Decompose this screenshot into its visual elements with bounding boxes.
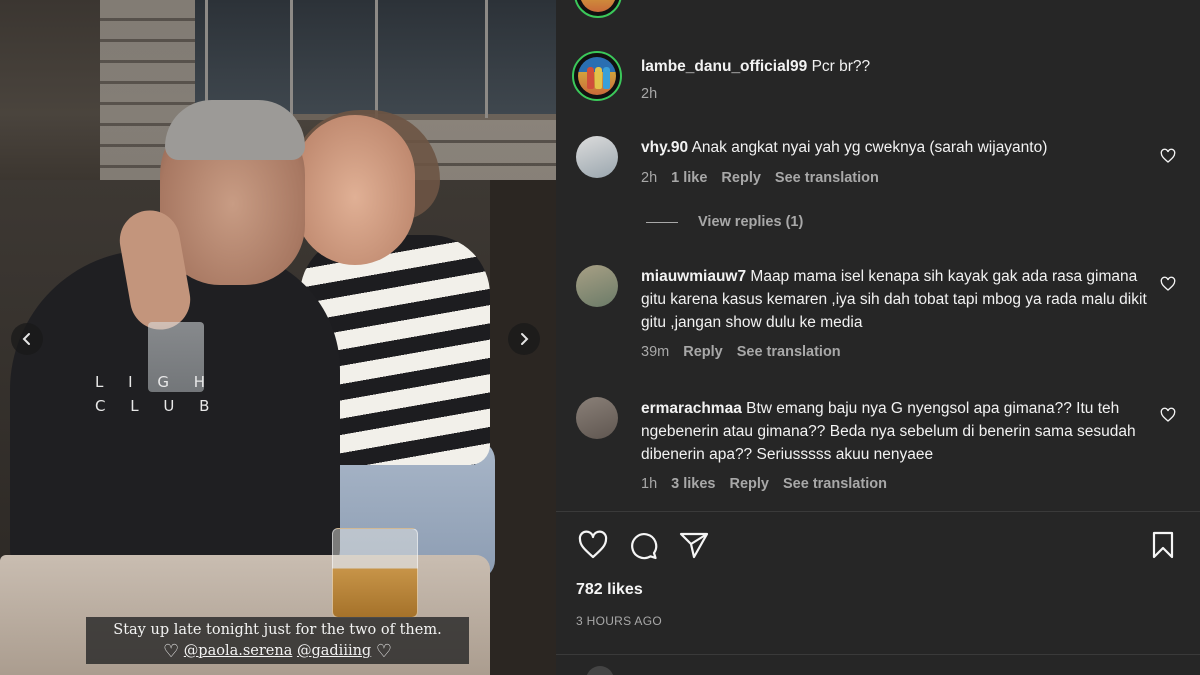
- reply-button[interactable]: Reply: [729, 476, 769, 492]
- caption-mentions: ♡ @paola.serena @gadiiing ♡: [86, 640, 469, 663]
- post-caption: lambe_danu_official99 Pcr br??: [641, 55, 1151, 78]
- window-bar: [290, 0, 293, 118]
- window-bar: [375, 0, 378, 118]
- caption-text: Pcr br??: [811, 58, 871, 75]
- next-photo-button[interactable]: [508, 323, 540, 355]
- comment-likes[interactable]: 3 likes: [671, 476, 715, 492]
- man-hair: [165, 100, 305, 160]
- caption-meta: 2h: [641, 86, 657, 102]
- view-replies-button[interactable]: View replies (1): [646, 214, 803, 230]
- comment-meta: 39m Reply See translation: [641, 344, 841, 360]
- mention-gadiiing[interactable]: @gadiiing: [297, 643, 371, 659]
- divider: [556, 511, 1200, 512]
- whiskey-glass: [332, 528, 418, 618]
- see-translation-button[interactable]: See translation: [737, 344, 841, 360]
- replies-line: [646, 221, 678, 223]
- bookmark-icon[interactable]: [1147, 529, 1179, 561]
- heart-icon[interactable]: [1160, 276, 1176, 292]
- post-viewer: L I G H C L U B Stay up late tonight jus…: [0, 0, 1200, 675]
- add-comment-avatar: [586, 666, 614, 675]
- comment-username[interactable]: miauwmiauw7: [641, 268, 746, 285]
- post-timestamp: 3 HOURS AGO: [576, 614, 662, 628]
- comment: vhy.90 Anak angkat nyai yah yg cweknya (…: [641, 136, 1151, 159]
- heart-icon[interactable]: [1160, 407, 1176, 423]
- chevron-left-icon: [22, 333, 30, 345]
- see-translation-button[interactable]: See translation: [775, 170, 879, 186]
- comment-time: 1h: [641, 476, 658, 492]
- likes-count[interactable]: 782 likes: [576, 581, 643, 599]
- commenter-avatar[interactable]: [576, 397, 618, 439]
- post-photo[interactable]: L I G H C L U B Stay up late tonight jus…: [0, 0, 556, 675]
- comment-time: 39m: [641, 344, 670, 360]
- comment-meta: 2h 1 like Reply See translation: [641, 170, 879, 186]
- shirt-print: L I G H C L U B: [95, 373, 220, 415]
- comments-panel: lambe_danu_official99 Pcr br?? 2h vhy.90…: [556, 0, 1200, 675]
- window-bar: [485, 0, 488, 118]
- comment-username[interactable]: vhy.90: [641, 139, 688, 156]
- comment-likes[interactable]: 1 like: [671, 170, 707, 186]
- see-translation-button[interactable]: See translation: [783, 476, 887, 492]
- comment-text: Anak angkat nyai yah yg cweknya (sarah w…: [691, 139, 1048, 156]
- view-replies-label: View replies (1): [698, 214, 804, 230]
- reply-button[interactable]: Reply: [721, 170, 761, 186]
- comment-icon[interactable]: [627, 529, 659, 561]
- commenter-avatar[interactable]: [576, 265, 618, 307]
- heart-icon[interactable]: [1160, 148, 1176, 164]
- comment: miauwmiauw7 Maap mama isel kenapa sih ka…: [641, 265, 1151, 334]
- commenter-avatar[interactable]: [576, 136, 618, 178]
- author-username[interactable]: lambe_danu_official99: [641, 58, 807, 75]
- heart-icon[interactable]: [577, 529, 609, 561]
- mention-paola[interactable]: @paola.serena: [184, 643, 293, 659]
- comment-meta: 1h 3 likes Reply See translation: [641, 476, 887, 492]
- author-avatar[interactable]: [572, 51, 622, 101]
- heart-outline-icon: ♡: [163, 641, 180, 662]
- comment-username[interactable]: ermarachmaa: [641, 400, 742, 417]
- chevron-right-icon: [521, 333, 529, 345]
- caption-line: Stay up late tonight just for the two of…: [113, 622, 442, 638]
- comment: ermarachmaa Btw emang baju nya G nyengso…: [641, 397, 1151, 466]
- send-icon[interactable]: [678, 529, 710, 561]
- story-caption: Stay up late tonight just for the two of…: [86, 617, 469, 664]
- reply-button[interactable]: Reply: [683, 344, 723, 360]
- woman-face: [295, 115, 415, 265]
- comment-time: 2h: [641, 170, 658, 186]
- caption-time: 2h: [641, 86, 658, 102]
- prev-photo-button[interactable]: [11, 323, 43, 355]
- heart-outline-icon: ♡: [375, 641, 392, 662]
- divider: [556, 654, 1200, 655]
- photo-shadow: [490, 180, 556, 675]
- author-avatar-header[interactable]: [574, 0, 622, 18]
